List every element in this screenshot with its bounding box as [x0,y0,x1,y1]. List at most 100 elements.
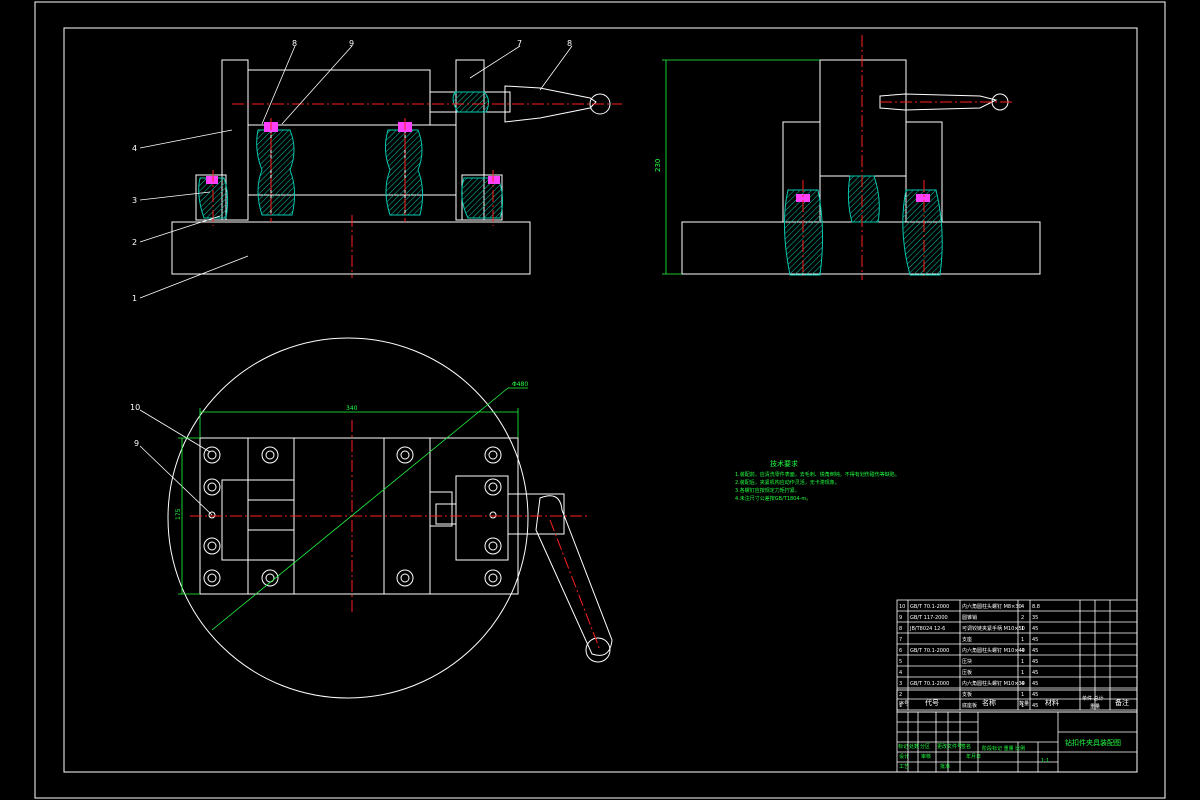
bom-no: 4 [899,670,902,676]
bom-header-no: 序号 [899,700,909,707]
balloon-7: 7 [517,39,522,48]
bom-material: 8.8 [1032,604,1040,610]
bom-name: 内六角圆柱头螺钉 M8×30 [962,603,1022,610]
title-role-process: 工艺 [899,764,909,770]
diameter-dimension-label: Φ480 [512,381,528,388]
title-change: 更改文件号 [937,743,962,750]
title-block-text: 标记 处数 分区 更改文件号 签名 年月日 设计 审核 工艺 批准 阶段标记 重… [898,738,1121,770]
front-view-sections [198,91,504,219]
side-base [681,221,1041,275]
bom-qty: 2 [1021,615,1024,621]
top-support [455,475,509,561]
bom-header-remark: 备注 [1115,698,1129,707]
bom-no: 5 [899,659,902,665]
bom-header-text: 序号 代号 名称 数量 材料 单件 总计 重量 备注 [899,695,1129,710]
tech-req-line-1: 1.装配前，应清洗零件表面，去毛刺、锐角倒钝，不得有划伤碰伤等缺陷。 [735,471,900,478]
bom-code: GB/T 70.1-2000 [910,681,949,687]
bom-material: 45 [1032,692,1038,698]
bom-material: 45 [1032,648,1038,654]
bom-name: 压板 [962,669,972,676]
bom-name: 支座 [962,636,972,643]
balloon-9a: 9 [349,39,354,48]
balloon-labels: 1 2 3 4 8 9 7 8 10 9 [130,39,572,448]
bom-qty: 1 [1021,659,1024,665]
balloon-1: 1 [132,294,137,303]
drawing-title: 钻扣件夹具装配图 [1065,738,1121,747]
handle-side [879,93,998,111]
title-stage: 阶段标记 重量 比例 [982,745,1025,752]
bom-qty: 1 [1021,637,1024,643]
bom-material: 45 [1032,670,1038,676]
bom-material: 45 [1032,637,1038,643]
bom-header-qty: 数量 [1019,700,1029,707]
title-role-review: 审核 [921,753,931,760]
bom-name: 内六角圆柱头螺钉 M10×30 [962,680,1025,687]
bom-no: 6 [899,648,902,654]
outer-border [34,1,1166,799]
bom-qty: 4 [1021,681,1024,687]
bom-rows: 10 GB/T 70.1-2000 内六角圆柱头螺钉 M8×30 4 8.8 9… [899,603,1040,709]
balloon-9b: 9 [134,439,139,448]
tech-req-line-2: 2.装配后，夹紧机构应动作灵活，无卡滞现象。 [735,479,840,486]
inner-border [63,27,1138,773]
bom-no: 7 [899,637,902,643]
bom-no: 10 [899,604,905,610]
bom-header-weight: 单件 总计 [1082,695,1104,702]
leaders [139,45,573,516]
width-dimension-label: 175 [175,508,182,520]
bom-code: GB/T 70.1-2000 [910,604,949,610]
bom-name: 内六角圆柱头螺钉 M10×40 [962,647,1025,654]
base-plate [171,221,531,275]
drawing-sheet: 1 2 3 4 8 9 7 8 10 9 230 340 175 Φ480 技术… [34,1,1166,799]
bom-qty: 4 [1021,648,1024,654]
bom-header-material: 材料 [1045,698,1059,707]
bom-name: 压块 [962,658,972,665]
bom-material: 45 [1032,626,1038,632]
bom-code: JB/T8024 12-6 [909,626,945,632]
top-lever [535,495,613,656]
balloon-2: 2 [132,238,137,247]
bom-code: GB/T 70.1-2000 [910,648,949,654]
title-role-approve: 批准 [940,763,950,770]
bom-header-weight2: 重量 [1090,703,1100,710]
tech-req-title: 技术要求 [770,459,798,468]
bom-no: 3 [899,681,902,687]
side-view-sections [783,175,943,276]
bom-header-name: 名称 [982,698,996,707]
height-dimension-label: 230 [654,159,662,172]
top-rod [429,491,453,527]
title-count: 处数 [909,743,919,750]
bom-no: 9 [899,615,902,621]
tech-req-line-3: 3.各螺钉应按规定力矩拧紧。 [735,487,800,494]
side-view [681,59,1041,275]
balloon-4: 4 [132,144,137,153]
bom-material: 45 [1032,681,1038,687]
bom-material: 45 [1032,659,1038,665]
bom-no: 2 [899,692,902,698]
bom-name: 圆锥销 [962,614,977,621]
title-scale: 1:1 [1041,758,1049,764]
bom-name: 底座板 [962,702,977,709]
bom-qty: 1 [1021,670,1024,676]
bom-name: 可调铰链夹紧手柄 M10×50 [962,625,1025,632]
bom-material: 45 [1032,703,1038,709]
balloon-8a: 8 [292,39,297,48]
technical-requirements: 技术要求 1.装配前，应清洗零件表面，去毛刺、锐角倒钝，不得有划伤碰伤等缺陷。 … [735,459,900,502]
title-mark: 标记 [898,743,908,750]
bom-material: 35 [1032,615,1038,621]
bom-qty: 1 [1021,626,1024,632]
tech-req-line-4: 4.未注尺寸公差按GB/T1804-m。 [735,495,811,502]
side-upper-block [819,59,907,177]
bom-no: 8 [899,626,902,632]
title-date: 年月日 [966,753,981,760]
title-sign: 签名 [961,743,971,750]
bom-name: 支板 [962,691,972,698]
length-dimension-label: 340 [346,405,358,412]
balloon-3: 3 [132,196,137,205]
balloon-10: 10 [130,403,140,412]
bom-qty: 1 [1021,692,1024,698]
bom-qty: 4 [1021,604,1024,610]
title-zone: 分区 [920,743,930,750]
balloon-8b: 8 [567,39,572,48]
clamp-body [247,69,431,126]
